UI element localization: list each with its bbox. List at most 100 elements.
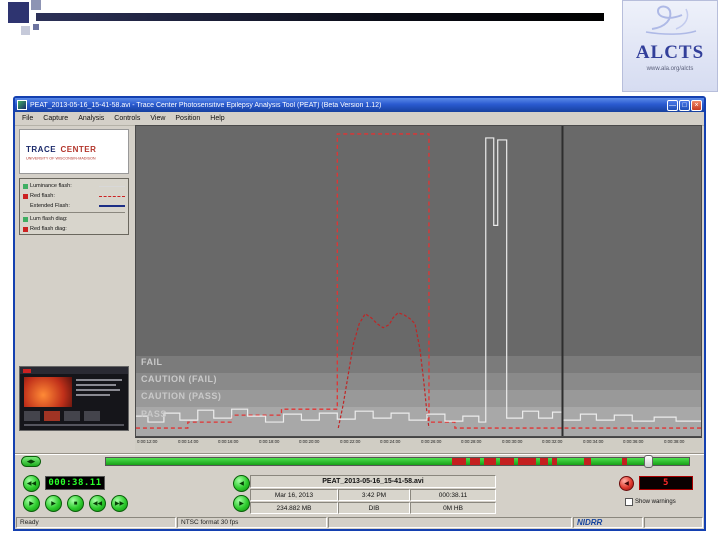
legend-item-extended-flash: Extended Flash: [23, 201, 125, 211]
menu-item-file[interactable]: File [17, 114, 38, 123]
timeline-thumb[interactable] [644, 455, 653, 468]
legend-swatch-blank [23, 204, 28, 209]
video-thumbnail-textline [76, 384, 116, 386]
band-label-pass: PASS [141, 409, 167, 419]
fast-forward-icon: ▶▶ [114, 500, 125, 507]
deco-horizontal-bar [36, 13, 604, 21]
deco-square-small-3 [33, 24, 39, 30]
minimize-button[interactable]: — [667, 99, 678, 111]
file-date: Mar 16, 2013 [250, 489, 338, 501]
x-tick-label: 0:00:38:00 [664, 440, 685, 445]
menu-item-controls[interactable]: Controls [109, 114, 145, 123]
deco-square-small-2 [21, 26, 30, 35]
prev-warning-icon: ◀ [624, 481, 629, 487]
maximize-button[interactable]: □ [679, 99, 690, 111]
legend-item-red-flash-diag: Red flash diag: [23, 224, 125, 234]
file-format: DIB [338, 502, 410, 514]
menu-item-view[interactable]: View [145, 114, 170, 123]
legend-label: Red flash diag: [30, 226, 67, 232]
legend-swatch-red [23, 193, 28, 199]
close-button[interactable]: × [691, 99, 702, 111]
legend-label: Red flash: [30, 193, 55, 199]
timeline-warning-segment [622, 458, 627, 465]
window-title: PEAT_2013-05-16_15-41-58.avi - Trace Cen… [30, 101, 382, 109]
titlebar[interactable]: PEAT_2013-05-16_15-41-58.avi - Trace Cen… [15, 98, 704, 112]
menu-item-analysis[interactable]: Analysis [73, 114, 109, 123]
x-tick-label: 0:00:22:00 [340, 440, 361, 445]
x-tick-label: 0:00:26:00 [421, 440, 442, 445]
legend-label: Lum flash diag: [30, 216, 68, 222]
timeline-warning-segment [470, 458, 480, 465]
x-tick-label: 0:00:16:00 [218, 440, 239, 445]
alcts-logo: ALCTS www.ala.org/alcts [622, 0, 718, 92]
legend-line-sample [99, 195, 125, 197]
trace-center-logo-text: TRACE CENTER UNIVERSITY OF WISCONSIN-MAD… [26, 139, 138, 163]
x-tick-label: 0:00:24:00 [380, 440, 401, 445]
timeline-slider[interactable] [105, 455, 690, 468]
legend-item-luminance-flash: Luminance flash: [23, 181, 125, 191]
video-thumbnail-textline [76, 379, 122, 381]
app-icon [17, 100, 27, 110]
status-tail [644, 517, 703, 528]
band-label-caution-fail: CAUTION (FAIL) [141, 374, 217, 384]
menu-item-help[interactable]: Help [205, 114, 229, 123]
step-back-button[interactable]: ◀ [233, 475, 250, 492]
rewind-button[interactable]: ◀◀ [89, 495, 106, 512]
file-duration: 000:38.11 [410, 489, 496, 501]
file-rate: 0M HB [410, 502, 496, 514]
play-button[interactable]: ▶ [23, 495, 40, 512]
stop-button[interactable]: ■ [67, 495, 84, 512]
x-tick-label: 0:00:32:00 [542, 440, 563, 445]
band-label-caution-pass: CAUTION (PASS) [141, 391, 222, 401]
status-ready: Ready [16, 517, 176, 528]
app-window: PEAT_2013-05-16_15-41-58.avi - Trace Cen… [13, 96, 706, 531]
deco-square-large [8, 2, 29, 23]
legend-line-sample [99, 185, 125, 187]
band-label-fail: FAIL [141, 357, 163, 367]
video-thumbnail-logo [23, 369, 31, 373]
video-thumbnail-tile [44, 411, 60, 421]
video-thumbnail-textline [76, 389, 120, 391]
reset-range-button[interactable]: ◀▶ [21, 456, 41, 467]
red-flash-threshold-trace [136, 133, 701, 429]
chart-traces [136, 126, 701, 436]
x-tick-label: 0:00:12:00 [137, 440, 158, 445]
timeline-warning-segment [518, 458, 536, 465]
timeline-warning-segment [552, 458, 557, 465]
warning-count-display: 5 [639, 476, 693, 490]
video-thumbnail-tile [64, 411, 80, 421]
x-tick-label: 0:00:30:00 [502, 440, 523, 445]
legend-panel: Luminance flash: Red flash: Extended Fla… [19, 178, 129, 235]
alcts-title: ALCTS [635, 42, 705, 63]
timeline-warning-segment [484, 458, 496, 465]
x-tick-label: 0:00:36:00 [623, 440, 644, 445]
fast-forward-button[interactable]: ▶▶ [111, 495, 128, 512]
x-tick-label: 0:00:14:00 [178, 440, 199, 445]
trace-logo-word1: TRACE [26, 145, 57, 155]
step-forward-button[interactable]: ▶ [233, 495, 250, 512]
menu-item-position[interactable]: Position [170, 114, 205, 123]
skip-back-button[interactable]: ◀◀ [23, 475, 40, 492]
video-thumbnail-textline [24, 424, 124, 426]
x-tick-label: 0:00:28:00 [461, 440, 482, 445]
video-thumbnail [19, 366, 129, 431]
play-alt-button[interactable]: ▶ [45, 495, 62, 512]
legend-label: Luminance flash: [30, 183, 72, 189]
show-warnings-checkbox[interactable] [625, 498, 633, 506]
step-forward-icon: ▶ [239, 500, 244, 507]
timeline-warning-segment [584, 458, 591, 465]
transport-divider [15, 453, 704, 455]
video-thumbnail-frame [24, 377, 72, 407]
alcts-url: www.ala.org/alcts [646, 66, 694, 72]
play-alt-icon: ▶ [51, 500, 56, 507]
timeline-warning-segment [540, 458, 548, 465]
file-size: 234.882 MB [250, 502, 338, 514]
x-tick-label: 0:00:34:00 [583, 440, 604, 445]
video-thumbnail-textline [76, 394, 110, 396]
prev-warning-button[interactable]: ◀ [619, 476, 634, 491]
analysis-chart[interactable]: FAIL CAUTION (FAIL) CAUTION (PASS) PASS [135, 125, 702, 437]
menu-item-capture[interactable]: Capture [38, 114, 73, 123]
menubar: File Capture Analysis Controls View Posi… [15, 112, 704, 126]
step-back-icon: ◀ [239, 480, 244, 487]
video-thumbnail-tile [24, 411, 40, 421]
